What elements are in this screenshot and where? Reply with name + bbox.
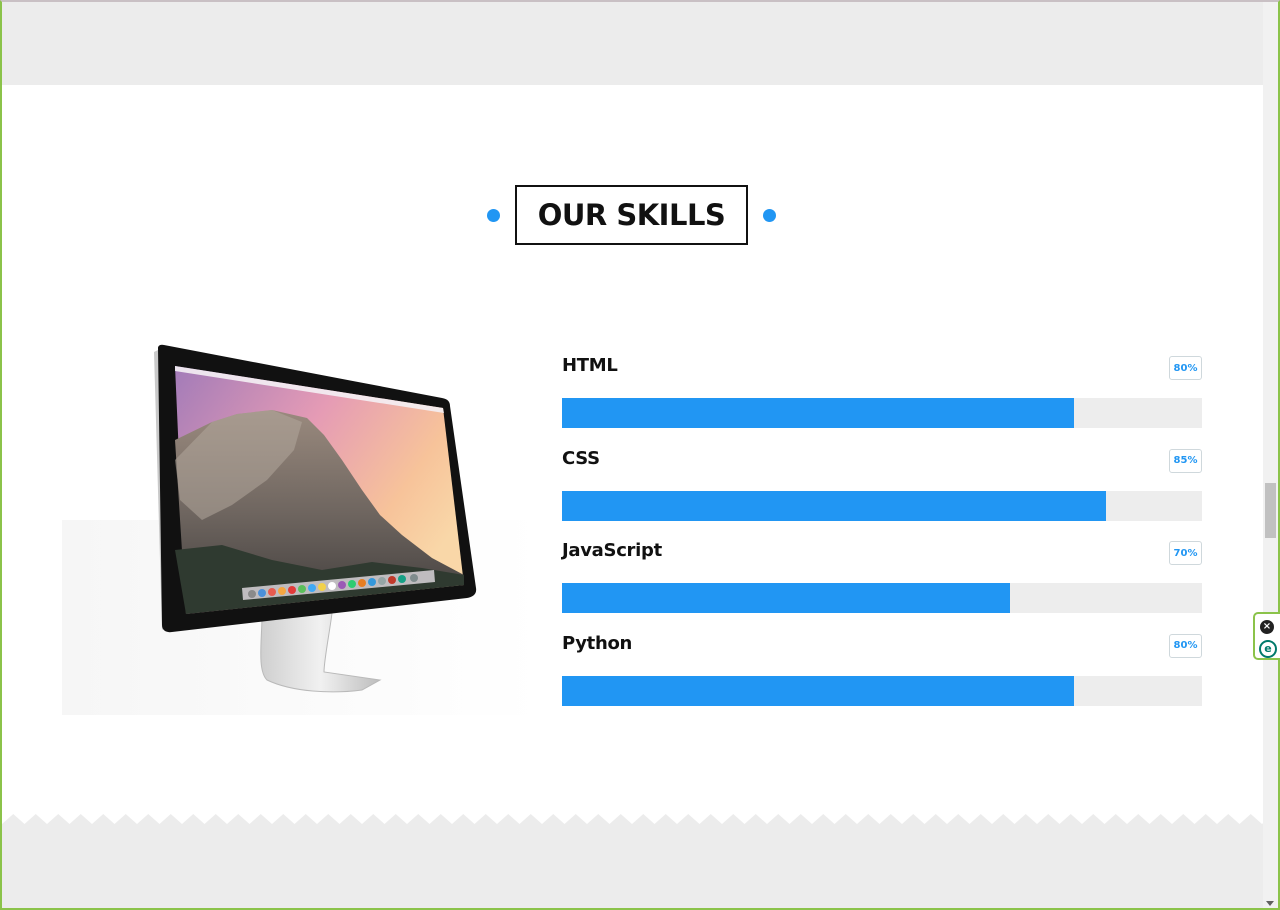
skill-name: HTML — [562, 355, 618, 376]
progress-track — [562, 398, 1202, 428]
scroll-down-arrow-icon[interactable] — [1266, 901, 1274, 906]
progress-fill — [562, 675, 1074, 706]
section-title: OUR SKILLS — [514, 185, 749, 245]
next-section-band — [2, 828, 1263, 908]
progress-fill — [562, 398, 1074, 428]
e-icon[interactable]: e — [1259, 640, 1277, 658]
skill-item-html: HTML 80% — [562, 355, 1202, 448]
progress-fill — [562, 583, 1010, 613]
title-dot-left — [486, 208, 500, 222]
progress-track — [562, 583, 1202, 613]
progress-fill — [562, 490, 1106, 521]
zigzag-divider — [2, 814, 1263, 829]
close-icon[interactable]: × — [1260, 620, 1274, 634]
section-header: OUR SKILLS — [0, 185, 1263, 245]
skills-list: HTML 80% CSS 85% JavaScript 70% Python 8… — [562, 355, 1202, 725]
skill-percent-badge: 70% — [1169, 541, 1202, 565]
monitor-image — [62, 344, 542, 715]
progress-track — [562, 490, 1202, 521]
skill-item-javascript: JavaScript 70% — [562, 540, 1202, 633]
title-dot-right — [763, 208, 777, 222]
previous-section-band — [2, 2, 1263, 85]
scrollbar-thumb[interactable] — [1265, 483, 1276, 538]
skill-item-python: Python 80% — [562, 633, 1202, 726]
skill-percent-badge: 80% — [1169, 633, 1202, 658]
progress-track — [562, 675, 1202, 706]
skill-name: JavaScript — [562, 540, 662, 561]
side-widget: × e — [1253, 612, 1280, 660]
skill-percent-badge: 80% — [1169, 356, 1202, 380]
skill-item-css: CSS 85% — [562, 448, 1202, 541]
vertical-scrollbar[interactable] — [1263, 2, 1278, 908]
skill-name: CSS — [562, 447, 600, 469]
skill-name: Python — [562, 632, 633, 654]
skill-percent-badge: 85% — [1169, 448, 1202, 473]
